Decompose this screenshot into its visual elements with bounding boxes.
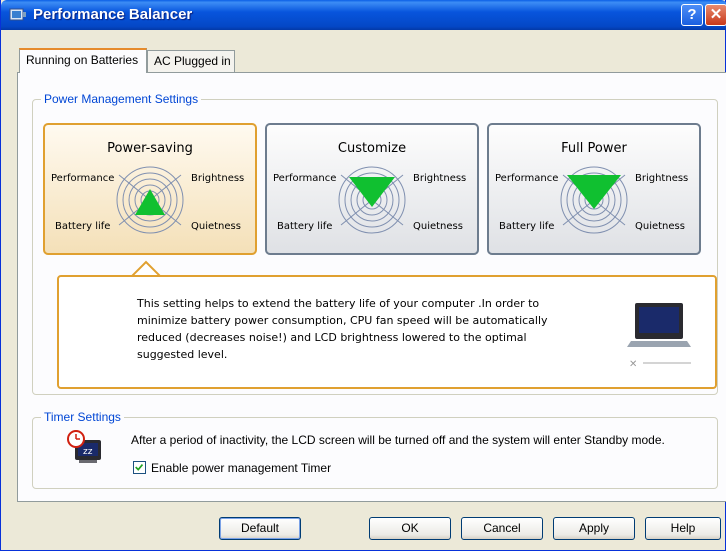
axis-label-quietness: Quietness — [191, 221, 241, 232]
app-battery-icon — [9, 8, 26, 21]
enable-timer-checkbox[interactable] — [133, 461, 146, 474]
mode-title: Customize — [337, 141, 407, 156]
axis-label-brightness: Brightness — [635, 173, 689, 184]
axis-label-performance: Performance — [51, 173, 115, 184]
axis-label-battery-life: Battery life — [55, 221, 111, 232]
axis-label-quietness: Quietness — [413, 221, 463, 232]
title-bar[interactable]: Performance Balancer ? ✕ — [1, 0, 726, 30]
cancel-button[interactable]: Cancel — [461, 517, 543, 540]
ok-button[interactable]: OK — [369, 517, 451, 540]
mode-title: Full Power — [561, 141, 627, 156]
help-title-button[interactable]: ? — [681, 4, 703, 26]
axis-label-quietness: Quietness — [635, 221, 685, 232]
enable-timer-label[interactable]: Enable power management Timer — [151, 461, 331, 475]
mode-description-text: This setting helps to extend the battery… — [137, 297, 548, 361]
mode-card-full-power[interactable]: Full Power Performance Brightness Batter… — [487, 123, 701, 255]
power-management-group-label: Power Management Settings — [41, 92, 202, 106]
mode-description-box: This setting helps to extend the battery… — [57, 275, 717, 389]
window-title: Performance Balancer — [33, 6, 193, 23]
axis-label-brightness: Brightness — [191, 173, 245, 184]
close-title-button[interactable]: ✕ — [705, 4, 726, 26]
apply-button[interactable]: Apply — [553, 517, 635, 540]
mode-title: Power-saving — [107, 141, 193, 156]
timer-monitor-icon: zz — [67, 430, 101, 463]
axis-label-performance: Performance — [495, 173, 559, 184]
axis-label-battery-life: Battery life — [277, 221, 333, 232]
tab-panel: Power Management Settings Power-saving P… — [17, 72, 726, 502]
radar-chart-icon — [560, 166, 628, 234]
mode-card-customize[interactable]: Customize Performance Brightness Battery… — [265, 123, 479, 255]
checkmark-icon — [135, 463, 144, 471]
default-button[interactable]: Default — [219, 517, 301, 540]
tab-running-on-batteries[interactable]: Running on Batteries — [19, 48, 147, 73]
help-button[interactable]: Help — [645, 517, 721, 540]
timer-settings-group-label: Timer Settings — [41, 410, 124, 424]
power-management-group: Power Management Settings Power-saving P… — [32, 92, 718, 395]
tab-ac-plugged-in[interactable]: AC Plugged in — [147, 50, 235, 72]
axis-label-brightness: Brightness — [413, 173, 467, 184]
axis-label-performance: Performance — [273, 173, 337, 184]
radar-chart-icon — [338, 166, 406, 234]
svg-text:zz: zz — [83, 447, 93, 457]
mode-card-power-saving[interactable]: Power-saving Performance Brightness Batt… — [43, 123, 257, 255]
performance-balancer-window: Performance Balancer ? ✕ Running on Batt… — [0, 0, 726, 551]
timer-message: After a period of inactivity, the LCD sc… — [131, 433, 665, 447]
svg-text:✕: ✕ — [629, 359, 637, 370]
radar-chart-icon — [116, 166, 184, 234]
axis-label-battery-life: Battery life — [499, 221, 555, 232]
laptop-icon: ✕ — [627, 303, 691, 370]
timer-settings-group: Timer Settings zz After a period of inac… — [32, 410, 718, 489]
